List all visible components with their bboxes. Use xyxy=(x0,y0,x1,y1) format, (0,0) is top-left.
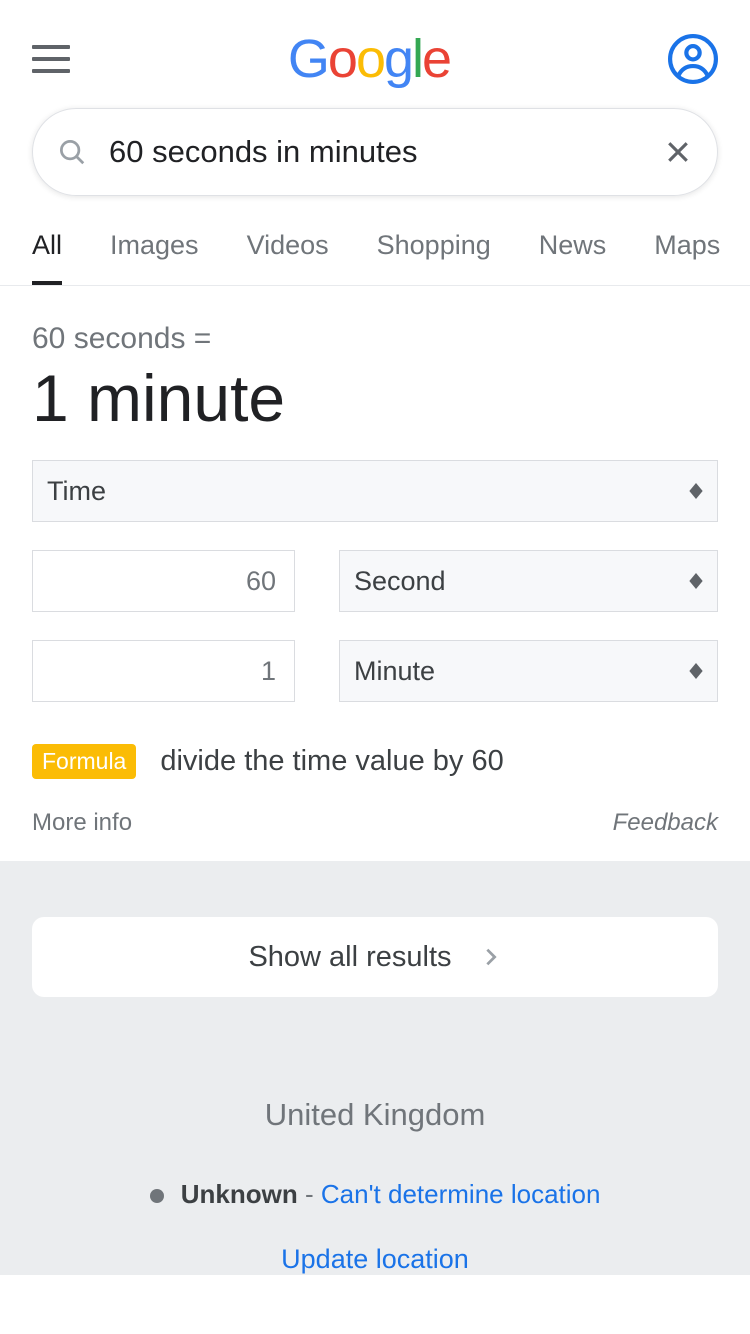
search-icon xyxy=(57,137,87,167)
country-label: United Kingdom xyxy=(32,1097,718,1133)
to-unit-select[interactable]: Minute xyxy=(339,640,718,702)
category-value: Time xyxy=(47,476,106,507)
location-detail-link[interactable]: Can't determine location xyxy=(321,1179,601,1209)
from-unit-value: Second xyxy=(354,566,446,597)
account-icon[interactable] xyxy=(668,34,718,84)
answer-text: 1 minute xyxy=(32,360,718,436)
show-all-label: Show all results xyxy=(248,941,451,974)
location-line: Unknown - Can't determine location xyxy=(32,1179,718,1210)
tab-shopping[interactable]: Shopping xyxy=(377,230,491,285)
tab-all[interactable]: All xyxy=(32,230,62,285)
search-input[interactable] xyxy=(109,134,663,170)
more-info-link[interactable]: More info xyxy=(32,809,132,837)
google-logo[interactable]: Google xyxy=(288,28,450,90)
select-arrows-icon xyxy=(689,573,703,589)
tab-videos[interactable]: Videos xyxy=(247,230,329,285)
feedback-link[interactable]: Feedback xyxy=(613,809,718,837)
to-value-input[interactable]: 1 xyxy=(32,640,295,702)
tab-images[interactable]: Images xyxy=(110,230,199,285)
update-location-link[interactable]: Update location xyxy=(32,1244,718,1275)
tab-news[interactable]: News xyxy=(539,230,607,285)
category-select[interactable]: Time xyxy=(32,460,718,522)
from-unit-select[interactable]: Second xyxy=(339,550,718,612)
search-bar xyxy=(32,108,718,196)
show-all-results-button[interactable]: Show all results xyxy=(32,917,718,997)
tab-maps[interactable]: Maps xyxy=(654,230,720,285)
footer: Show all results United Kingdom Unknown … xyxy=(0,861,750,1275)
select-arrows-icon xyxy=(689,483,703,499)
location-status: Unknown xyxy=(181,1179,298,1209)
chevron-right-icon xyxy=(480,946,502,968)
location-dot-icon xyxy=(150,1189,164,1203)
search-tabs: All Images Videos Shopping News Maps xyxy=(0,208,750,286)
formula-badge: Formula xyxy=(32,744,136,779)
formula-text: divide the time value by 60 xyxy=(160,745,503,778)
clear-icon[interactable] xyxy=(663,137,693,167)
equation-text: 60 seconds = xyxy=(32,322,718,356)
from-value-input[interactable]: 60 xyxy=(32,550,295,612)
select-arrows-icon xyxy=(689,663,703,679)
menu-button[interactable] xyxy=(32,45,70,73)
converter-widget: 60 seconds = 1 minute Time 60 Second 1 M… xyxy=(0,286,750,861)
to-unit-value: Minute xyxy=(354,656,435,687)
